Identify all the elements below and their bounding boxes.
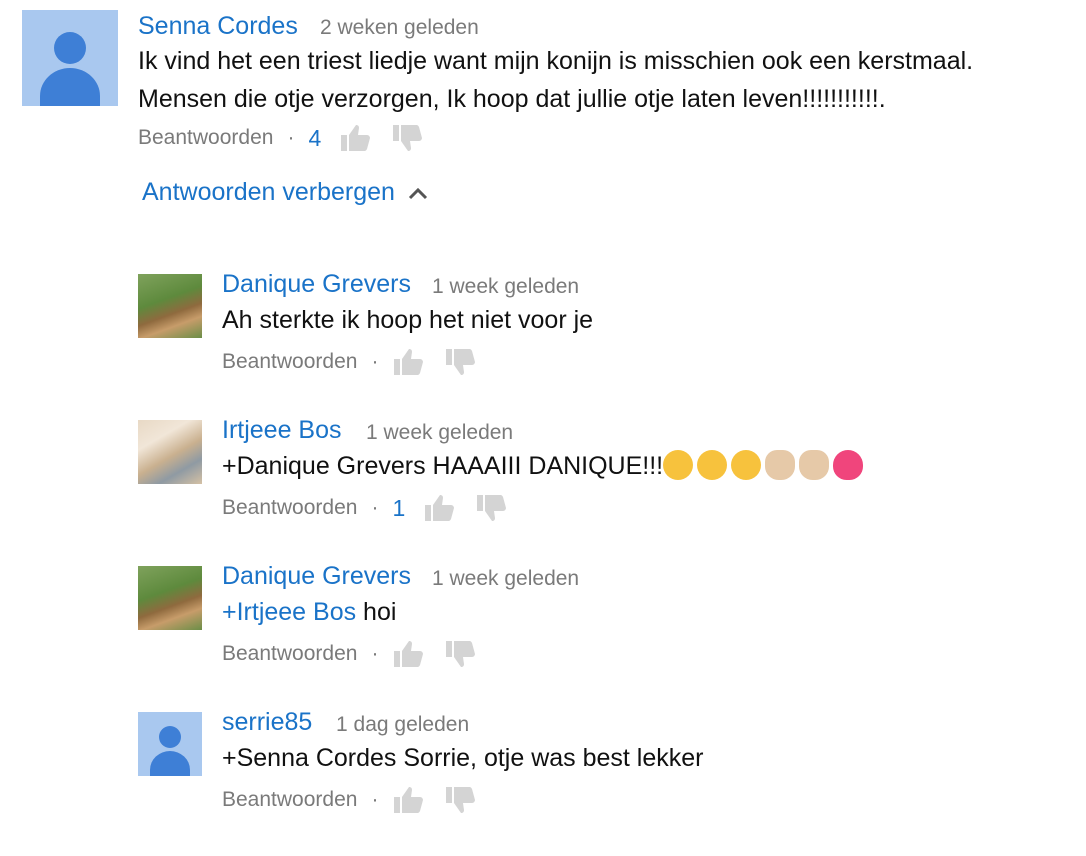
waving-hand-icon bbox=[765, 450, 796, 480]
thumbs-up-icon[interactable] bbox=[423, 493, 455, 523]
thumbs-up-icon[interactable] bbox=[392, 347, 424, 377]
comment-actions: Beantwoorden · 1 bbox=[222, 492, 527, 524]
reply-button[interactable]: Beantwoorden bbox=[222, 496, 357, 520]
thumbs-down-icon[interactable] bbox=[444, 785, 476, 815]
reply-button[interactable]: Beantwoorden bbox=[138, 126, 273, 150]
mention-link[interactable]: +Irtjeee Bos bbox=[222, 598, 356, 626]
reply-danique-grevers-2: Danique Grevers 1 week geleden +Irtjeee … bbox=[0, 560, 1086, 680]
chevron-up-icon bbox=[408, 187, 428, 199]
hide-replies-label: Antwoorden verbergen bbox=[142, 178, 395, 206]
comment-timestamp[interactable]: 1 week geleden bbox=[432, 275, 579, 299]
avatar[interactable] bbox=[138, 274, 202, 338]
comment-senna-cordes: Senna Cordes 2 weken geleden Ik vind het… bbox=[0, 0, 1086, 170]
comment-actions: Beantwoorden · bbox=[222, 784, 496, 816]
thumbs-down-icon[interactable] bbox=[475, 493, 507, 523]
avatar[interactable] bbox=[138, 566, 202, 630]
tears-of-joy-icon bbox=[731, 450, 762, 480]
comment-timestamp[interactable]: 1 week geleden bbox=[366, 421, 513, 445]
reply-button[interactable]: Beantwoorden bbox=[222, 642, 357, 666]
smiling-face-sunglasses-icon bbox=[663, 450, 694, 480]
comment-text-content: +Danique Grevers HAAAIII DANIQUE!!! bbox=[222, 452, 664, 480]
comment-text: +Senna Cordes Sorrie, otje was best lekk… bbox=[222, 744, 704, 772]
comment-text-line-2: Mensen die otje verzorgen, Ik hoop dat j… bbox=[138, 85, 886, 113]
comment-actions: Beantwoorden · bbox=[222, 638, 496, 670]
emoji-group bbox=[663, 450, 867, 480]
reply-serrie85: serrie85 1 dag geleden +Senna Cordes Sor… bbox=[0, 706, 1086, 826]
comment-text-line-1: Ik vind het een triest liedje want mijn … bbox=[138, 47, 974, 75]
separator-dot: · bbox=[371, 350, 379, 373]
comment-text-content: hoi bbox=[356, 598, 397, 626]
avatar[interactable] bbox=[138, 712, 202, 776]
comment-text: Ah sterkte ik hoop het niet voor je bbox=[222, 306, 594, 334]
comment-timestamp[interactable]: 1 dag geleden bbox=[336, 713, 469, 737]
thumbs-up-icon[interactable] bbox=[339, 123, 371, 153]
separator-dot: · bbox=[371, 788, 379, 811]
thumbs-down-icon[interactable] bbox=[444, 639, 476, 669]
hide-replies-button[interactable]: Antwoorden verbergen bbox=[142, 178, 429, 207]
comment-text: +Danique Grevers HAAAIII DANIQUE!!! bbox=[222, 447, 867, 485]
comment-timestamp[interactable]: 1 week geleden bbox=[432, 567, 579, 591]
separator-dot: · bbox=[287, 126, 295, 149]
separator-dot: · bbox=[371, 642, 379, 665]
avatar[interactable] bbox=[22, 10, 118, 106]
comment-timestamp[interactable]: 2 weken geleden bbox=[320, 16, 479, 40]
comment-actions: Beantwoorden · 4 bbox=[138, 122, 443, 154]
thumbs-down-icon[interactable] bbox=[444, 347, 476, 377]
thumbs-up-icon[interactable] bbox=[392, 785, 424, 815]
avatar[interactable] bbox=[138, 420, 202, 484]
comment-text: +Irtjeee Bos hoi bbox=[222, 593, 396, 631]
reply-button[interactable]: Beantwoorden bbox=[222, 788, 357, 812]
smirking-face-icon bbox=[697, 450, 728, 480]
reply-danique-grevers-1: Danique Grevers 1 week geleden Ah sterkt… bbox=[0, 268, 1086, 388]
comment-actions: Beantwoorden · bbox=[222, 346, 496, 378]
sparkling-heart-icon bbox=[833, 450, 864, 480]
comment-author[interactable]: Irtjeee Bos bbox=[222, 416, 342, 445]
like-count: 1 bbox=[392, 494, 406, 521]
comment-author[interactable]: Danique Grevers bbox=[222, 562, 411, 591]
like-count: 4 bbox=[308, 124, 322, 151]
thumbs-up-icon[interactable] bbox=[392, 639, 424, 669]
waving-hand-icon bbox=[799, 450, 830, 480]
comment-author[interactable]: Senna Cordes bbox=[138, 12, 298, 41]
thumbs-down-icon[interactable] bbox=[391, 123, 423, 153]
comment-author[interactable]: Danique Grevers bbox=[222, 270, 411, 299]
reply-button[interactable]: Beantwoorden bbox=[222, 350, 357, 374]
comment-author[interactable]: serrie85 bbox=[222, 708, 312, 737]
separator-dot: · bbox=[371, 496, 379, 519]
reply-irtjeee-bos: Irtjeee Bos 1 week geleden +Danique Grev… bbox=[0, 414, 1086, 534]
